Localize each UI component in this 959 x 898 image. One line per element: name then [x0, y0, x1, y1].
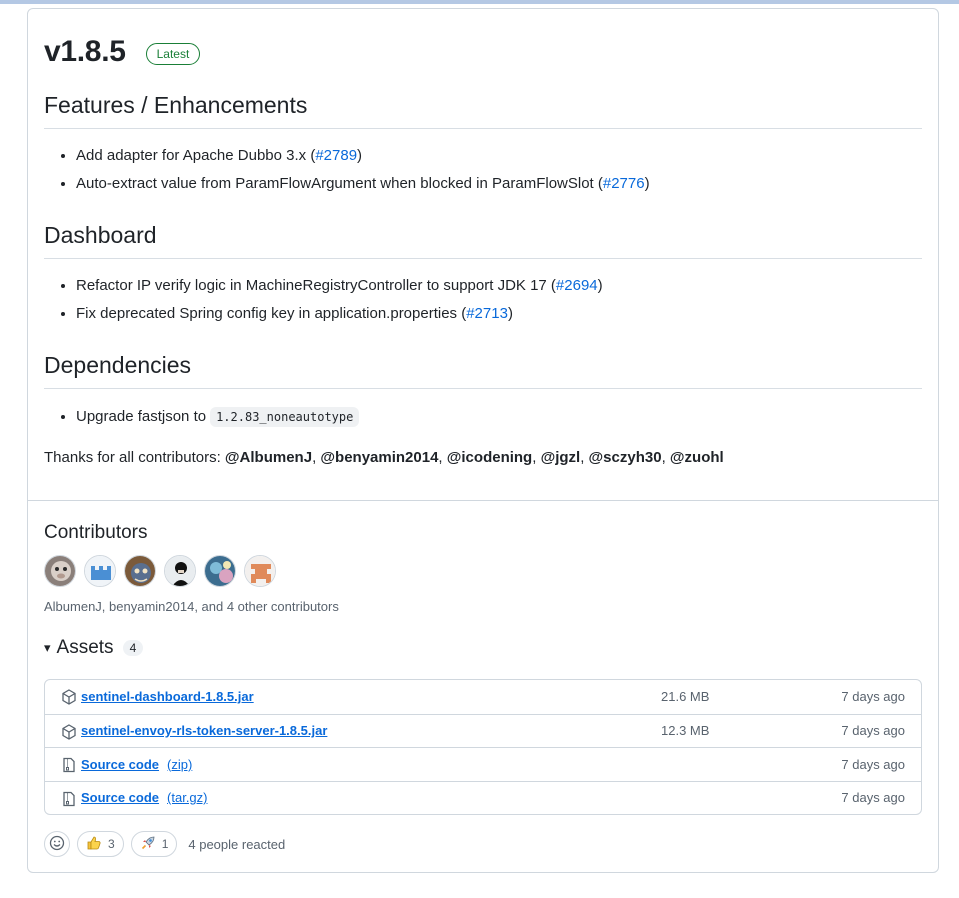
reaction-summary: 4 people reacted: [188, 836, 286, 852]
asset-date: 7 days ago: [841, 756, 905, 772]
assets-list: sentinel-dashboard-1.8.5.jar 21.6 MB 7 d…: [44, 679, 922, 815]
list-item: Add adapter for Apache Dubbo 3.x (#2789): [76, 142, 650, 170]
smiley-icon: [49, 835, 65, 854]
assets-count-badge: 4: [122, 640, 144, 656]
section-heading-dashboard: Dashboard: [44, 222, 922, 259]
package-icon: [61, 723, 77, 740]
asset-link[interactable]: Source code (tar.gz): [81, 790, 208, 805]
contributors-summary: AlbumenJ, benyamin2014, and 4 other cont…: [44, 599, 339, 614]
asset-link[interactable]: Source code (zip): [81, 757, 192, 772]
contributor-mention[interactable]: @icodening: [447, 449, 532, 466]
asset-row: sentinel-envoy-rls-token-server-1.8.5.ja…: [45, 713, 921, 748]
asset-size: 21.6 MB: [661, 689, 710, 705]
asset-date: 7 days ago: [841, 689, 905, 705]
release-title[interactable]: v1.8.5: [44, 35, 126, 69]
avatar[interactable]: [164, 555, 196, 587]
rocket-reaction-button[interactable]: 1: [130, 831, 178, 857]
dashboard-list: Refactor IP verify logic in MachineRegis…: [44, 272, 603, 328]
pr-link[interactable]: #2694: [556, 277, 598, 294]
contributor-mention[interactable]: @zuohl: [670, 449, 724, 466]
file-zip-icon: [61, 757, 77, 773]
avatar[interactable]: [84, 555, 116, 587]
pr-link[interactable]: #2776: [603, 175, 645, 192]
asset-row: sentinel-dashboard-1.8.5.jar 21.6 MB 7 d…: [45, 680, 921, 714]
asset-date: 7 days ago: [841, 723, 905, 739]
asset-row: Source code (tar.gz) 7 days ago: [45, 780, 921, 815]
asset-size: 12.3 MB: [661, 723, 710, 739]
file-zip-icon: [61, 791, 77, 807]
assets-heading: Assets: [56, 637, 114, 658]
avatar[interactable]: [204, 555, 236, 587]
contributor-mention[interactable]: @sczyh30: [589, 449, 662, 466]
browser-top-bar: [0, 0, 959, 4]
asset-date: 7 days ago: [841, 790, 905, 806]
asset-row: Source code (zip) 7 days ago: [45, 747, 921, 781]
assets-toggle[interactable]: ▾ Assets 4: [44, 637, 144, 659]
dependencies-list: Upgrade fastjson to1.2.83_noneautotype: [44, 403, 360, 431]
pr-link[interactable]: #2713: [466, 305, 508, 322]
asset-link[interactable]: sentinel-dashboard-1.8.5.jar: [81, 689, 262, 704]
section-heading-dependencies: Dependencies: [44, 352, 922, 389]
avatar[interactable]: [44, 555, 76, 587]
rocket-count: 1: [161, 837, 169, 851]
contributor-mention[interactable]: @AlbumenJ: [225, 449, 312, 466]
rocket-icon: [140, 835, 156, 854]
thanks-line: Thanks for all contributors: @AlbumenJ, …: [44, 449, 724, 466]
list-item: Fix deprecated Spring config key in appl…: [76, 300, 603, 328]
release-card: v1.8.5 Latest Features / Enhancements Ad…: [27, 8, 939, 873]
contributor-avatars: [44, 555, 276, 587]
section-divider: [28, 500, 938, 501]
contributors-heading: Contributors: [44, 522, 148, 543]
list-item: Refactor IP verify logic in MachineRegis…: [76, 272, 603, 300]
features-list: Add adapter for Apache Dubbo 3.x (#2789)…: [44, 142, 650, 198]
avatar[interactable]: [124, 555, 156, 587]
list-item: Auto-extract value from ParamFlowArgumen…: [76, 170, 650, 198]
contributor-mention[interactable]: @jgzl: [541, 449, 581, 466]
version-code: 1.2.83_noneautotype: [210, 407, 360, 427]
add-reaction-button[interactable]: [44, 831, 70, 857]
release-header: v1.8.5 Latest: [44, 35, 201, 69]
package-icon: [61, 689, 77, 705]
asset-link[interactable]: sentinel-envoy-rls-token-server-1.8.5.ja…: [81, 723, 335, 738]
section-heading-features: Features / Enhancements: [44, 92, 922, 129]
caret-down-icon: ▾: [44, 640, 51, 655]
contributor-mention[interactable]: @benyamin2014: [320, 449, 438, 466]
thumbs-up-count: 3: [108, 837, 115, 851]
list-item: Upgrade fastjson to1.2.83_noneautotype: [76, 403, 360, 431]
avatar[interactable]: [244, 555, 276, 587]
latest-badge: Latest: [145, 43, 201, 65]
reactions-bar: 3 1 4 people reacted: [44, 831, 285, 857]
pr-link[interactable]: #2789: [315, 147, 357, 164]
thumbs-up-icon: [86, 835, 102, 854]
thumbs-up-reaction-button[interactable]: 3: [77, 831, 124, 857]
